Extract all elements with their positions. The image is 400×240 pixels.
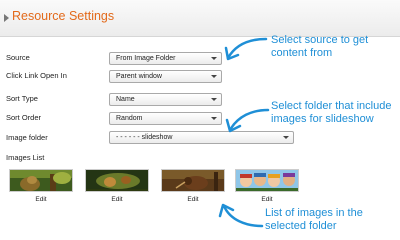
- folder-annotation-line2: images for slideshow: [271, 113, 374, 125]
- source-arrow-icon: [224, 37, 268, 61]
- animated-kids-thumbnail: [236, 170, 298, 191]
- sort-order-select[interactable]: Random: [109, 112, 222, 125]
- images-annotation-line1: List of images in the: [265, 207, 363, 219]
- kiwi-bird-thumbnail: [162, 170, 224, 191]
- image-thumbnail[interactable]: [9, 169, 73, 192]
- click-link-select-value: Parent window: [116, 73, 162, 80]
- image-folder-label: Image folder: [6, 133, 48, 142]
- click-link-select[interactable]: Parent window: [109, 70, 222, 83]
- sort-order-label: Sort Order: [6, 113, 42, 122]
- panel-title: Resource Settings: [12, 9, 115, 23]
- chevron-down-icon: [211, 75, 217, 78]
- folder-annotation: Select folder that include images for sl…: [271, 100, 391, 126]
- source-select-value: From Image Folder: [116, 55, 176, 62]
- folder-arrow-icon: [225, 108, 270, 133]
- sort-type-select[interactable]: Name: [109, 93, 222, 106]
- jungle-scene-thumbnail: [86, 170, 148, 191]
- image-folder-select-value: - - - - - - slideshow: [116, 134, 173, 141]
- image-thumbnail[interactable]: [235, 169, 299, 192]
- forest-creature-thumbnail: [10, 170, 72, 191]
- collapse-toggle-icon[interactable]: [4, 14, 9, 22]
- images-arrow-icon: [218, 203, 264, 228]
- source-annotation: Select source to get content from: [271, 34, 368, 60]
- sort-type-label: Sort Type: [6, 94, 38, 103]
- folder-annotation-line1: Select folder that include: [271, 100, 392, 112]
- source-label: Source: [6, 53, 30, 62]
- edit-link[interactable]: Edit: [178, 196, 208, 203]
- click-link-label: Click Link Open In: [6, 71, 67, 80]
- edit-link[interactable]: Edit: [102, 196, 132, 203]
- images-annotation-line2: selected folder: [265, 220, 337, 232]
- source-select[interactable]: From Image Folder: [109, 52, 222, 65]
- chevron-down-icon: [211, 98, 217, 101]
- image-thumbnail[interactable]: [161, 169, 225, 192]
- source-annotation-line1: Select source to get: [271, 34, 369, 46]
- chevron-down-icon: [283, 136, 289, 139]
- panel-header[interactable]: Resource Settings: [0, 0, 400, 37]
- sort-type-select-value: Name: [116, 96, 135, 103]
- images-list-label: Images List: [6, 153, 45, 162]
- source-annotation-line2: content from: [271, 47, 333, 59]
- images-annotation: List of images in the selected folder: [265, 207, 363, 233]
- chevron-down-icon: [211, 57, 217, 60]
- image-thumbnail[interactable]: [85, 169, 149, 192]
- edit-link[interactable]: Edit: [26, 196, 56, 203]
- sort-order-select-value: Random: [116, 115, 143, 122]
- chevron-down-icon: [211, 117, 217, 120]
